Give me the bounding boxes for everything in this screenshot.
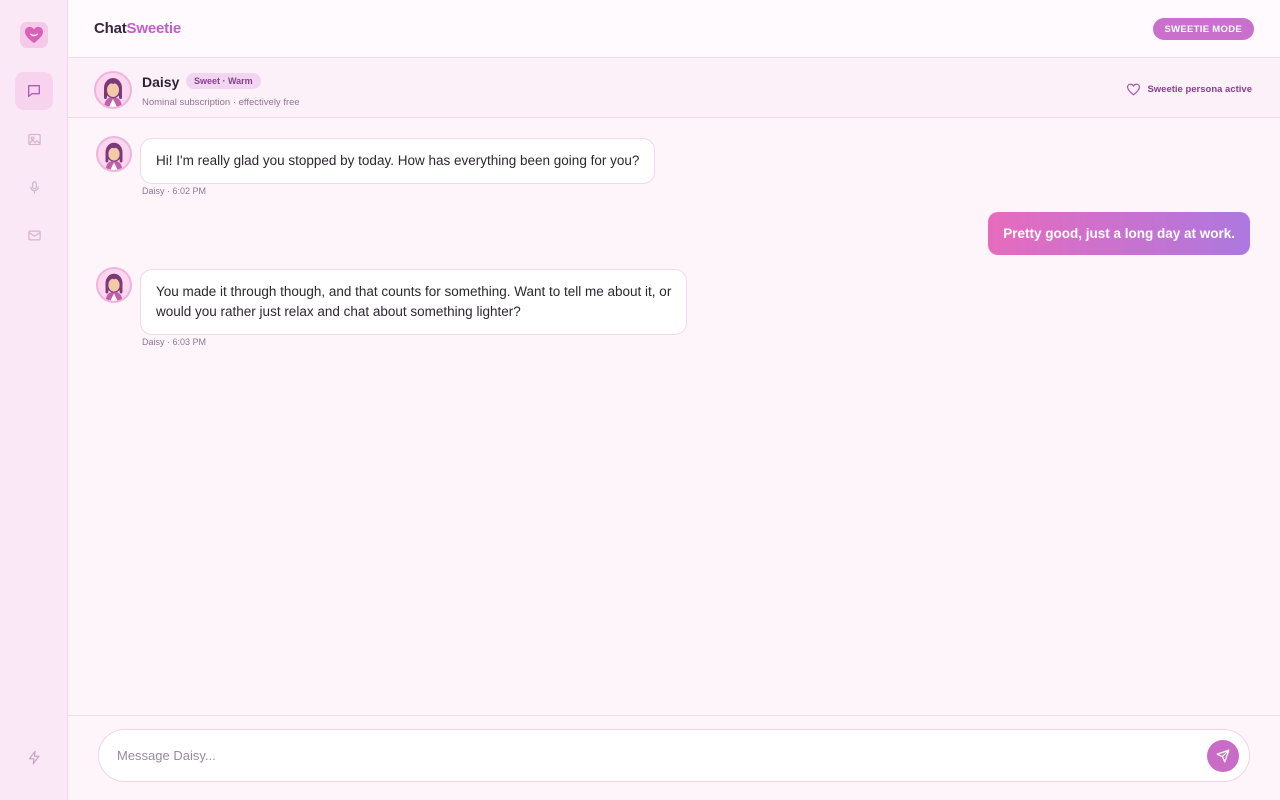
- contact-subtitle: Nominal subscription · effectively free: [142, 97, 300, 108]
- heart-logo-icon: [25, 26, 43, 44]
- message-text-line: would you rather just relax and chat abo…: [156, 304, 521, 319]
- app-logo: [20, 22, 48, 48]
- brand-title: ChatSweetie: [94, 20, 181, 37]
- contact-header: Daisy Sweet · Warm Nominal subscription …: [68, 58, 1280, 118]
- daisy-avatar-icon: [105, 273, 123, 301]
- persona-tag-badge: Sweet · Warm: [186, 73, 261, 89]
- message-text-line: Hi! I'm really glad you stopped by today…: [156, 153, 640, 168]
- nav-boost-button[interactable]: [15, 738, 53, 776]
- nav-images-button[interactable]: [15, 120, 53, 158]
- daisy-avatar-icon: [104, 78, 122, 107]
- brand-chat: Chat: [94, 20, 127, 37]
- contact-avatar[interactable]: [94, 71, 132, 109]
- image-icon: [27, 133, 41, 145]
- composer-area: [68, 715, 1280, 800]
- nav-mail-button[interactable]: [15, 216, 53, 254]
- persona-status: Sweetie persona active: [1126, 83, 1252, 96]
- message-avatar: [96, 267, 132, 303]
- daisy-avatar-icon: [105, 142, 123, 170]
- heart-outline-icon: [1127, 83, 1141, 96]
- top-bar: ChatSweetie SWEETIE MODE: [68, 0, 1280, 58]
- message-text-line: You made it through though, and that cou…: [156, 284, 672, 299]
- chat-icon: [28, 85, 40, 97]
- message-bubble: You made it through though, and that cou…: [140, 269, 688, 335]
- message-incoming: You made it through though, and that cou…: [68, 267, 768, 357]
- message-avatar: [96, 136, 132, 172]
- message-outgoing-bubble: Pretty good, just a long day at work.: [988, 212, 1250, 255]
- message-timestamp: Daisy · 6:02 PM: [142, 186, 207, 196]
- contact-name: Daisy: [142, 74, 180, 90]
- send-button[interactable]: [1207, 740, 1239, 772]
- brand-sweetie: Sweetie: [126, 20, 182, 37]
- message-text-line: Pretty good, just a long day at work.: [1003, 226, 1235, 241]
- message-bubble: Hi! I'm really glad you stopped by today…: [140, 138, 656, 184]
- nav-chat-button[interactable]: [15, 72, 53, 110]
- nav-voice-button[interactable]: [15, 168, 53, 206]
- message-input[interactable]: [117, 730, 1157, 781]
- persona-status-label: Sweetie persona active: [1147, 84, 1252, 95]
- lightning-icon: [28, 750, 39, 764]
- chat-thread[interactable]: Hi! I'm really glad you stopped by today…: [68, 118, 1280, 715]
- composer: [98, 729, 1250, 782]
- microphone-icon: [29, 180, 39, 194]
- send-icon: [1216, 749, 1230, 763]
- sweetie-mode-button[interactable]: SWEETIE MODE: [1152, 18, 1254, 40]
- message-incoming: Hi! I'm really glad you stopped by today…: [68, 136, 768, 226]
- message-timestamp: Daisy · 6:03 PM: [142, 337, 207, 347]
- mail-icon: [27, 230, 41, 240]
- sidebar: [0, 0, 68, 800]
